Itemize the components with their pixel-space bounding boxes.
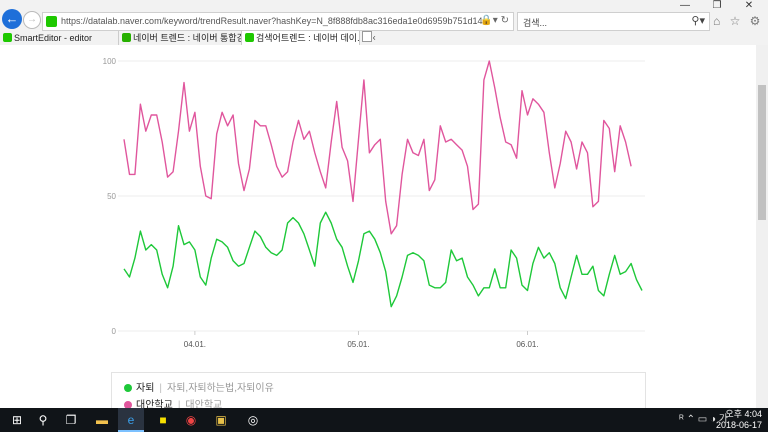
naver-n-icon [122, 33, 131, 42]
clock-time: 오후 4:04 [725, 409, 762, 419]
search-icon[interactable]: ⚲ [30, 408, 56, 432]
tab-label: 검색어트렌드 : 네이버 데이... [256, 33, 365, 43]
maximize-button[interactable]: ❐ [701, 0, 733, 11]
series-line-1[interactable] [123, 211, 643, 308]
window-controls: — ❐ ✕ [669, 0, 765, 11]
x-tick-label: 06.01. [516, 340, 538, 349]
x-axis-ticks: 04.01. 05.01. 06.01. [184, 331, 539, 349]
tab-naver-trend[interactable]: 네이버 트렌드 : 네이버 통합검색 [118, 31, 253, 45]
new-tab-button[interactable] [359, 31, 373, 45]
legend-name: 자퇴 [136, 383, 155, 394]
windows-taskbar: ⊞ ⚲ ❐ ▬ e ■ ◉ ▣ ◎ ᴿ ⌃ ▭ ◑ 가 오후 4:04 2018… [0, 408, 768, 432]
kakaotalk-icon[interactable]: ■ [150, 408, 176, 432]
naver-favicon-icon [46, 16, 57, 27]
y-axis-ticks: 100 50 0 [103, 57, 117, 336]
url-text: https://datalab.naver.com/keyword/trendR… [61, 16, 483, 26]
url-field[interactable]: https://datalab.naver.com/keyword/trendR… [42, 12, 514, 31]
y-tick-label: 0 [112, 327, 117, 336]
close-window-button[interactable]: ✕ [733, 0, 765, 11]
file-explorer-icon[interactable]: ▬ [89, 408, 115, 432]
legend-separator: | [159, 383, 163, 394]
address-bar-area: ← → https://datalab.naver.com/keyword/tr… [0, 0, 768, 42]
tab-search-trend[interactable]: 검색어트렌드 : 네이버 데이... × [241, 31, 376, 45]
windows-start-icon[interactable]: ⊞ [4, 408, 30, 432]
task-view-icon[interactable]: ❐ [58, 408, 84, 432]
x-tick-label: 05.01. [347, 340, 369, 349]
photo-icon[interactable]: ▣ [208, 408, 234, 432]
favorite-item-smarteditor[interactable]: SmartEditor - editor [3, 33, 92, 43]
app-circle-icon[interactable]: ◎ [240, 408, 266, 432]
search-placeholder: 검색... [523, 18, 548, 28]
y-tick-label: 50 [107, 192, 116, 201]
legend-item-series1[interactable]: 자퇴 | 자퇴,자퇴하는법,자퇴이유 [124, 379, 274, 394]
chart-series [123, 60, 643, 308]
new-tab-icon [362, 31, 372, 42]
chart-grid [118, 60, 645, 332]
scrollbar-thumb[interactable] [758, 85, 766, 220]
page-content: 100 50 0 04.01. 05.01. 06.01. 자퇴 | 자퇴,자퇴하는법,자퇴… [0, 45, 768, 412]
tab-label: 네이버 트렌드 : 네이버 통합검색 [133, 33, 254, 43]
tab-bar: SmartEditor - editor 네이버 트렌드 : 네이버 통합검색 … [0, 31, 768, 46]
series-line-2[interactable] [123, 60, 632, 235]
lock-refresh-icon[interactable]: 🔒▾ ↻ [480, 15, 509, 26]
chrome-icon[interactable]: ◉ [178, 408, 204, 432]
green-dot-icon [124, 384, 132, 392]
legend-terms: 자퇴,자퇴하는법,자퇴이유 [167, 383, 274, 394]
favorite-label: SmartEditor - editor [14, 33, 93, 43]
smarteditor-icon [3, 33, 12, 42]
minimize-button[interactable]: — [669, 0, 701, 11]
y-tick-label: 100 [103, 57, 117, 66]
trend-line-chart: 100 50 0 04.01. 05.01. 06.01. [103, 57, 645, 349]
naver-favicon-icon [245, 33, 254, 42]
chart-legend: 자퇴 | 자퇴,자퇴하는법,자퇴이유 대안학교 | 대안학교 [111, 372, 646, 412]
search-input[interactable]: 검색... ⚲▾ [517, 12, 710, 31]
x-tick-label: 04.01. [184, 340, 206, 349]
search-icon[interactable]: ⚲▾ [691, 14, 705, 27]
edge-icon[interactable]: e [118, 408, 144, 432]
clock[interactable]: 오후 4:04 2018-06-17 [702, 409, 762, 431]
clock-date: 2018-06-17 [715, 420, 762, 430]
forward-button[interactable]: → [23, 11, 41, 29]
vertical-scrollbar[interactable] [756, 45, 768, 408]
back-button[interactable]: ← [2, 9, 22, 29]
